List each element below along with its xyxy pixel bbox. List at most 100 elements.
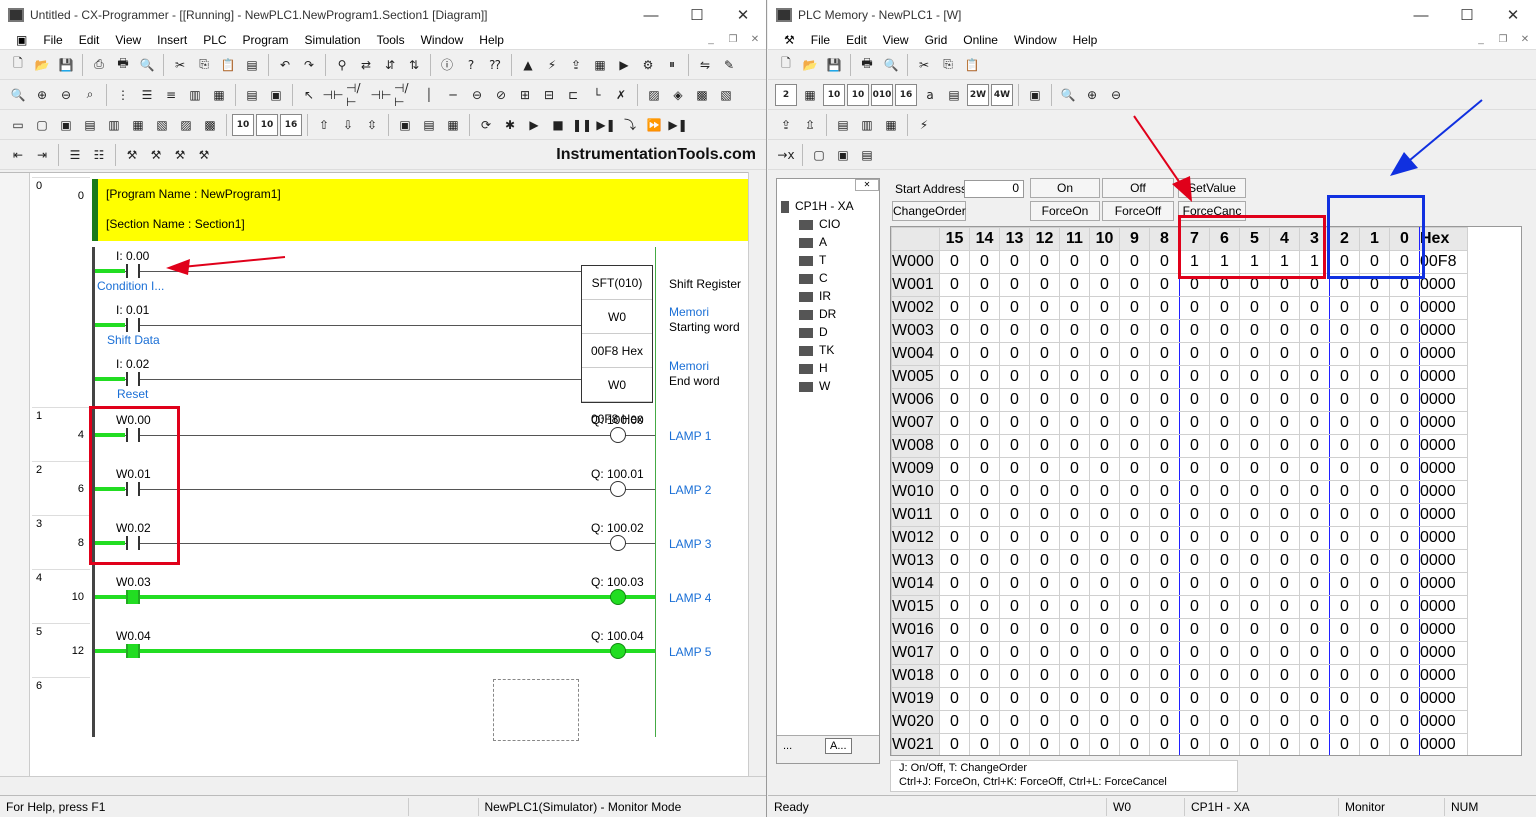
menu-grid[interactable]: Grid: [917, 33, 956, 47]
bit-cell[interactable]: 0: [1029, 710, 1060, 734]
bit-cell[interactable]: 0: [1389, 526, 1420, 550]
bit-cell[interactable]: 0: [999, 411, 1030, 435]
bit-cell[interactable]: 0: [1179, 733, 1210, 755]
bit-cell[interactable]: 0: [999, 526, 1030, 550]
bit-cell[interactable]: 0: [969, 434, 1000, 458]
bit-cell[interactable]: 0: [1209, 595, 1240, 619]
format-grid-icon[interactable]: ▦: [799, 84, 821, 106]
bit-cell[interactable]: 0: [1029, 388, 1060, 412]
bit-cell[interactable]: 0: [1179, 572, 1210, 596]
format-4w-icon[interactable]: 4W: [991, 83, 1013, 106]
bit-cell[interactable]: 0: [1269, 457, 1300, 481]
bit-cell[interactable]: 0: [939, 480, 970, 504]
bit-cell[interactable]: 0: [1179, 595, 1210, 619]
copy-icon[interactable]: ⎘: [193, 54, 215, 76]
tool4-icon[interactable]: ⚒: [193, 144, 215, 166]
comment-icon[interactable]: ☰: [136, 84, 158, 106]
step-run-icon[interactable]: ▶❚: [595, 114, 617, 136]
bit-cell[interactable]: 0: [1029, 664, 1060, 688]
bit-cell[interactable]: 0: [1179, 549, 1210, 573]
bit-cell[interactable]: 0: [1269, 549, 1300, 573]
bit-cell[interactable]: 0: [1329, 457, 1360, 481]
bit-cell[interactable]: 0: [1389, 388, 1420, 412]
bit-cell[interactable]: 0: [969, 710, 1000, 734]
bit-cell[interactable]: 0: [1179, 664, 1210, 688]
bit-cell[interactable]: 0: [1029, 733, 1060, 755]
bit-cell[interactable]: 0: [1059, 319, 1090, 343]
sim-stop-icon[interactable]: ■: [547, 114, 569, 136]
bit-cell[interactable]: 0: [969, 388, 1000, 412]
bit-cell[interactable]: 0: [1089, 365, 1120, 389]
menu-file[interactable]: File: [35, 33, 70, 47]
bit-cell[interactable]: 0: [1119, 595, 1150, 619]
bit-cell[interactable]: 0: [1089, 733, 1120, 755]
tool-b-icon[interactable]: ▣: [832, 144, 854, 166]
simulator-icon[interactable]: ⚙: [637, 54, 659, 76]
menu-file[interactable]: File: [803, 33, 838, 47]
bit-cell[interactable]: 0: [1389, 710, 1420, 734]
transfer2-icon[interactable]: ⇫: [799, 114, 821, 136]
tree-item-tk[interactable]: TK: [799, 341, 834, 359]
bit-cell[interactable]: 0: [1359, 388, 1390, 412]
bit-cell[interactable]: 0: [1089, 480, 1120, 504]
bit-cell[interactable]: 0: [1359, 411, 1390, 435]
bit-cell[interactable]: 0: [1269, 526, 1300, 550]
bit-cell[interactable]: 0: [1299, 664, 1330, 688]
bit-cell[interactable]: 0: [1389, 503, 1420, 527]
output-coil[interactable]: [610, 427, 626, 443]
bit-cell[interactable]: 0: [1149, 457, 1180, 481]
bit-cell[interactable]: 0: [969, 664, 1000, 688]
transfer-down-icon[interactable]: ⇩: [337, 114, 359, 136]
bit-cell[interactable]: 0: [1299, 480, 1330, 504]
bit-cell[interactable]: 0: [969, 296, 1000, 320]
bit-cell[interactable]: 0: [999, 480, 1030, 504]
monitor-icon[interactable]: ⚡: [541, 54, 563, 76]
bit-cell[interactable]: 0: [1149, 365, 1180, 389]
bit-cell[interactable]: 0: [1269, 664, 1300, 688]
menu-window[interactable]: Window: [1006, 33, 1065, 47]
bit-cell[interactable]: 0: [1389, 457, 1420, 481]
bit-cell[interactable]: 0: [1119, 526, 1150, 550]
bit-cell[interactable]: 0: [1089, 687, 1120, 711]
mdi-minimize-button[interactable]: _: [1470, 34, 1492, 45]
bit-cell[interactable]: 0: [1239, 319, 1270, 343]
bit-cell[interactable]: 0: [1389, 365, 1420, 389]
bit-cell[interactable]: 0: [1359, 342, 1390, 366]
bit-cell[interactable]: 0: [1329, 664, 1360, 688]
bit-cell[interactable]: 0: [1059, 342, 1090, 366]
bit-cell[interactable]: 0: [1299, 618, 1330, 642]
hex-cell[interactable]: 0000: [1419, 618, 1468, 642]
bit-cell[interactable]: 0: [1119, 572, 1150, 596]
sft-instruction-block[interactable]: SFT(010) W0 00F8 Hex W0 00F8 Hex: [581, 265, 653, 426]
bit-cell[interactable]: 0: [1059, 687, 1090, 711]
tool2-icon[interactable]: ⚒: [145, 144, 167, 166]
bit-cell[interactable]: 0: [969, 641, 1000, 665]
print-setup-icon[interactable]: ⎙: [88, 54, 110, 76]
rung-icon[interactable]: ▥: [184, 84, 206, 106]
bit-cell[interactable]: 0: [1119, 342, 1150, 366]
contact-no-icon[interactable]: ⊣⊢: [322, 84, 344, 106]
bit-cell[interactable]: 0: [939, 273, 970, 297]
step-out-icon[interactable]: ⏩: [643, 114, 665, 136]
delete-icon[interactable]: ▤: [241, 54, 263, 76]
tree-item-t[interactable]: T: [799, 251, 826, 269]
coil-icon[interactable]: ⊖: [466, 84, 488, 106]
bit-cell[interactable]: 0: [999, 710, 1030, 734]
bit-cell[interactable]: 0: [1149, 434, 1180, 458]
doc-icon[interactable]: ⚒: [776, 33, 803, 47]
bit-cell[interactable]: 0: [1329, 595, 1360, 619]
step-icon[interactable]: ⟳: [475, 114, 497, 136]
bit-cell[interactable]: 0: [1179, 618, 1210, 642]
bit-cell[interactable]: 0: [1209, 572, 1240, 596]
bit-cell[interactable]: 0: [939, 388, 970, 412]
hex-cell[interactable]: 0000: [1419, 572, 1468, 596]
bit-cell[interactable]: 0: [1119, 250, 1150, 274]
zoom-fit-icon[interactable]: ⌕: [79, 84, 101, 106]
bit-cell[interactable]: 0: [999, 664, 1030, 688]
bit-cell[interactable]: 0: [1359, 296, 1390, 320]
bit-cell[interactable]: 0: [1149, 526, 1180, 550]
bit-cell[interactable]: 0: [1059, 572, 1090, 596]
contact-or-icon[interactable]: ⊣⊢: [370, 84, 392, 106]
hex-cell[interactable]: 0000: [1419, 319, 1468, 343]
bit-cell[interactable]: 0: [1209, 434, 1240, 458]
